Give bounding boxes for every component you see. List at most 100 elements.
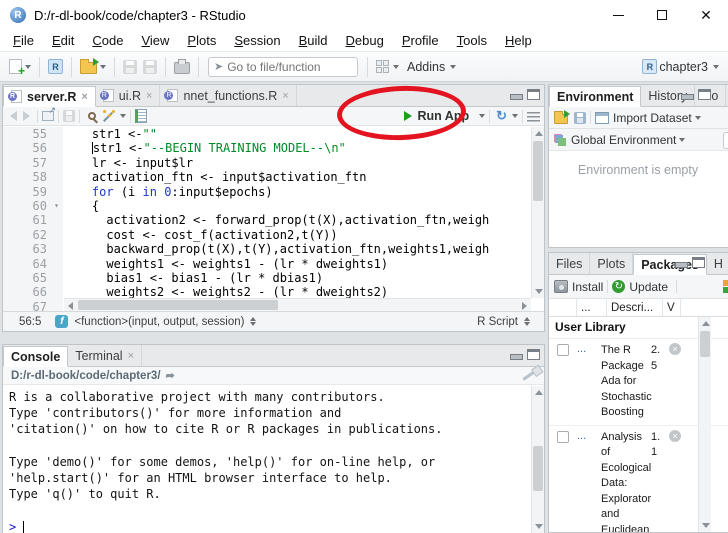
console-scrollbar[interactable]	[531, 386, 544, 533]
tab-label: H	[714, 257, 723, 271]
tab-plots[interactable]: Plots	[590, 253, 633, 274]
compile-report-icon[interactable]	[135, 109, 147, 123]
tab-nnet-functions-r[interactable]: nnet_functions.R ×	[160, 85, 296, 106]
window-minimize-button[interactable]	[596, 0, 640, 30]
menu-session[interactable]: Session	[225, 31, 289, 50]
close-tab-icon[interactable]: ×	[128, 350, 134, 362]
run-app-button[interactable]: Run App	[404, 109, 485, 123]
find-replace-icon[interactable]	[88, 112, 96, 120]
code-editor[interactable]: 55 str1 <-""56 str1 <-"--BEGIN TRAINING …	[3, 127, 544, 311]
code-token: {	[92, 199, 99, 213]
menu-code[interactable]: Code	[83, 31, 132, 50]
save-all-button[interactable]	[140, 58, 160, 76]
new-file-button[interactable]	[6, 57, 34, 76]
tab-server-r[interactable]: server.R ×	[3, 86, 96, 107]
maximize-pane-icon[interactable]	[527, 349, 540, 360]
minimize-pane-icon[interactable]	[681, 94, 694, 100]
tab-files[interactable]: Files	[549, 253, 590, 274]
tab-console[interactable]: Console	[3, 346, 68, 367]
packages-column-header: V	[663, 299, 681, 316]
save-source-icon[interactable]	[63, 110, 75, 122]
new-project-button[interactable]: R	[45, 57, 66, 76]
load-workspace-icon[interactable]	[554, 114, 568, 124]
fold-icon[interactable]: ▾	[54, 199, 59, 213]
source-tab-bar: server.R×ui.R×nnet_functions.R×	[3, 85, 544, 107]
tab-h[interactable]: H	[707, 253, 728, 274]
open-in-new-window-icon[interactable]	[42, 111, 54, 121]
maximize-pane-icon[interactable]	[692, 257, 705, 268]
project-selector[interactable]: R chapter3	[639, 57, 722, 76]
save-button[interactable]	[120, 58, 140, 76]
menu-tools[interactable]: Tools	[448, 31, 496, 50]
code-line: 61 activation2 <- forward_prop(t(X),acti…	[3, 213, 544, 227]
minimize-pane-icon[interactable]	[510, 354, 523, 360]
menu-edit[interactable]: Edit	[43, 31, 83, 50]
tab-label: nnet_functions.R	[183, 89, 277, 103]
open-file-button[interactable]	[77, 57, 109, 76]
import-dataset-button[interactable]: Import Dataset	[613, 111, 692, 125]
title-bar: R D:/r-dl-book/code/chapter3 - RStudio ✕	[0, 0, 728, 30]
save-workspace-icon[interactable]	[574, 112, 586, 124]
code-tools-icon[interactable]	[102, 110, 115, 123]
menu-debug[interactable]: Debug	[337, 31, 393, 50]
menu-view[interactable]: View	[132, 31, 178, 50]
print-button[interactable]	[171, 58, 193, 76]
minimize-pane-icon[interactable]	[675, 262, 688, 268]
tab-label: server.R	[27, 90, 76, 104]
package-checkbox[interactable]	[557, 344, 569, 356]
code-text: for (i in 0:input$epochs)	[63, 185, 273, 199]
package-checkbox[interactable]	[557, 431, 569, 443]
maximize-pane-icon[interactable]	[698, 89, 711, 100]
re-run-icon[interactable]: ↻	[496, 108, 507, 124]
remove-package-icon[interactable]: ×	[669, 343, 681, 355]
forward-icon[interactable]	[23, 111, 30, 121]
package-name-link[interactable]: ...	[569, 430, 599, 533]
editor-horizontal-scrollbar[interactable]	[64, 298, 531, 311]
install-button[interactable]: Install	[572, 280, 603, 294]
remove-package-icon[interactable]: ×	[669, 430, 681, 442]
packrat-icon[interactable]	[723, 280, 728, 293]
goto-file-function-input[interactable]	[227, 60, 345, 74]
update-button[interactable]: Update	[629, 280, 668, 294]
close-tab-icon[interactable]: ×	[146, 90, 152, 102]
clear-console-icon[interactable]	[522, 370, 535, 380]
menu-help[interactable]: Help	[496, 31, 541, 50]
goto-directory-icon[interactable]: ➦	[166, 369, 175, 382]
tab-ui-r[interactable]: ui.R×	[96, 85, 161, 106]
editor-vertical-scrollbar[interactable]	[531, 127, 544, 298]
minimize-pane-icon[interactable]	[510, 94, 523, 100]
close-tab-icon[interactable]: ×	[81, 91, 87, 103]
line-number: 63	[3, 242, 63, 256]
update-icon: ↻	[612, 280, 625, 293]
menu-profile[interactable]: Profile	[393, 31, 448, 50]
addins-button[interactable]: Addins	[402, 58, 459, 76]
packages-scrollbar[interactable]	[698, 317, 711, 532]
package-name-link[interactable]: ...	[569, 343, 599, 421]
console-line	[9, 438, 525, 454]
line-number: 64	[3, 257, 63, 271]
menu-plots[interactable]: Plots	[178, 31, 225, 50]
line-number: 58	[3, 170, 63, 184]
close-tab-icon[interactable]: ×	[282, 90, 288, 102]
environment-scope-selector[interactable]: Global Environment	[571, 133, 676, 147]
document-outline-icon[interactable]	[527, 111, 540, 122]
environment-pane-window-buttons	[681, 89, 711, 100]
menu-build[interactable]: Build	[290, 31, 337, 50]
back-icon[interactable]	[10, 111, 17, 121]
package-description: The RPackageAda forStochasticBoosting	[599, 343, 651, 421]
tab-terminal[interactable]: Terminal×	[68, 345, 142, 366]
menu-file[interactable]: File	[4, 31, 43, 50]
console-line: Type 'demo()' for some demos, 'help()' f…	[9, 454, 525, 470]
tab-environment[interactable]: Environment	[549, 86, 641, 107]
window-maximize-button[interactable]	[640, 0, 684, 30]
code-text: weights1 <- weights1 - (lr * dweights1)	[63, 257, 388, 271]
goto-file-function-box[interactable]: ➤	[208, 57, 358, 77]
environment-search-box[interactable]	[723, 132, 728, 149]
window-close-button[interactable]: ✕	[684, 0, 728, 30]
maximize-pane-icon[interactable]	[527, 89, 540, 100]
pane-layout-button[interactable]	[373, 58, 402, 76]
function-context-selector[interactable]: <function>(input, output, session)	[74, 316, 244, 328]
console-prompt-line[interactable]: >	[9, 519, 525, 533]
console-output[interactable]: R is a collaborative project with many c…	[3, 386, 531, 533]
file-type-selector[interactable]: R Script	[477, 316, 530, 328]
